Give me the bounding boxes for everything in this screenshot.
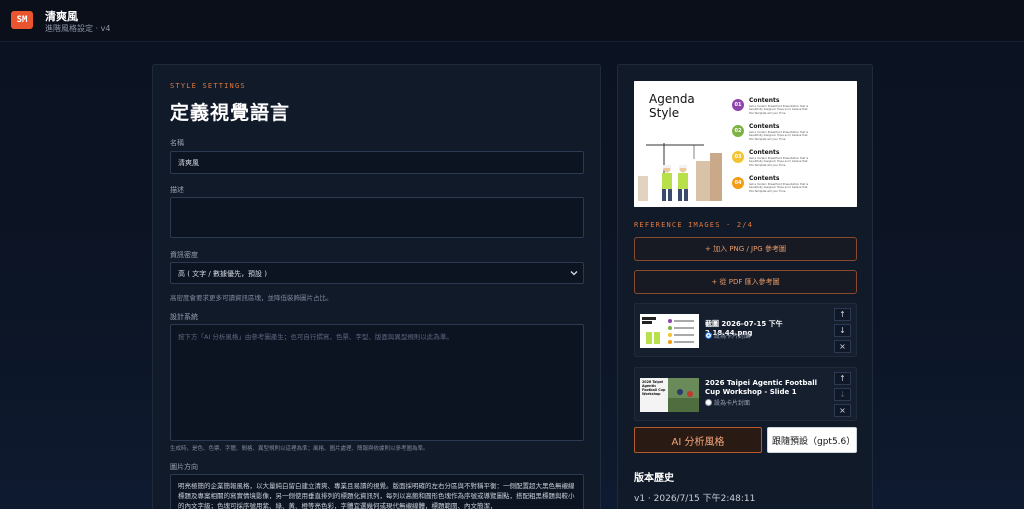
thumbnail-text-line3: Workshop (642, 392, 661, 396)
preview-agenda-item: 02 Contents Get a modern PowerPoint Presen… (732, 123, 852, 147)
reference-thumbnail[interactable]: 2026 Taipei Agentic Football Cup Worksho… (640, 378, 699, 412)
preview-agenda-body: Get a modern PowerPoint Presentation tha… (749, 157, 809, 167)
version-history-item[interactable]: v1 · 2026/7/15 下午2:48:11 (634, 491, 755, 504)
ai-analyze-button[interactable]: AI 分析風格 (634, 427, 762, 453)
preview-agenda-number: 02 (732, 125, 744, 137)
density-label: 資訊密度 (170, 251, 198, 259)
style-settings-panel: STYLE SETTINGS 定義視覺語言 名稱 清爽風 描述 資訊密度 高 (… (152, 64, 601, 509)
preview-agenda-title: Contents (749, 97, 780, 104)
preview-agenda-body: Get a modern PowerPoint Presentation tha… (749, 131, 809, 141)
move-down-button[interactable]: ↓ (834, 388, 851, 401)
chevron-down-icon (570, 271, 578, 276)
design-system-hint: 生成時，是色、色票、字體、間格、異型規則以這裡為準；風格、圖片處理、簡報與依據則… (170, 446, 429, 452)
reference-panel: Agenda Style 01 Contents Get a modern Powe… (617, 64, 873, 509)
remove-button[interactable]: × (834, 404, 851, 417)
preview-heading-line2: Style (649, 106, 680, 120)
preview-agenda-number: 03 (732, 151, 744, 163)
image-direction-label: 圖片方向 (170, 463, 198, 471)
preview-heading-line1: Agenda (649, 92, 695, 106)
density-hint: 高密度會要求更多可讀資訊區塊，並降低裝飾圖片占比。 (170, 294, 333, 302)
description-field[interactable] (170, 197, 584, 238)
radio-selected-icon[interactable] (705, 332, 712, 339)
design-system-label: 設計系統 (170, 313, 198, 321)
preview-agenda-body: Get a modern PowerPoint Presentation tha… (749, 183, 809, 193)
preview-agenda-title: Contents (749, 149, 780, 156)
name-label: 名稱 (170, 139, 184, 147)
design-system-textarea[interactable]: 按下方「AI 分析風格」由參考圖產生；也可自行撰寫，色票、字型、版面與異型規則以… (170, 324, 584, 441)
preview-agenda-item: 03 Contents Get a modern PowerPoint Presen… (732, 149, 852, 173)
style-settings-kicker: STYLE SETTINGS (170, 82, 246, 90)
remove-button[interactable]: × (834, 340, 851, 353)
app-subtitle: 進階風格設定 · v4 (45, 24, 111, 33)
preview-agenda-body: Get a modern PowerPoint Presentation tha… (749, 105, 809, 115)
preview-agenda-title: Contents (749, 175, 780, 182)
cover-radio[interactable]: 設為卡片封面 (705, 398, 750, 407)
reference-thumbnail[interactable] (640, 314, 699, 348)
reference-item: 2026 Taipei Agentic Football Cup Worksho… (634, 367, 857, 421)
radio-unselected-icon[interactable] (705, 399, 712, 406)
cover-radio-label: 設為卡片封面 (714, 333, 751, 340)
thumbnail-text: 2026 Taipei Agentic Football Cup Worksho… (642, 380, 669, 396)
move-down-button[interactable]: ↓ (834, 324, 851, 337)
move-up-button[interactable]: ↑ (834, 372, 851, 385)
cover-radio[interactable]: 設為卡片封面 (705, 331, 750, 340)
preview-agenda-number: 04 (732, 177, 744, 189)
preview-agenda-item: 04 Contents Get a modern PowerPoint Presen… (732, 175, 852, 199)
thumbnail-text-line2: Agentic Football Cup (642, 384, 666, 392)
density-select[interactable]: 高 ( 文字 / 數據優先，預設 ) (170, 262, 584, 284)
preview-heading: Agenda Style (649, 92, 695, 120)
design-system-placeholder: 按下方「AI 分析風格」由參考圖產生；也可自行撰寫，色票、字型、版面與異型規則以… (178, 333, 453, 341)
reference-images-kicker: REFERENCE IMAGES · 2/4 (634, 221, 754, 229)
reference-item-title: 2026 Taipei Agentic Football Cup Worksho… (705, 379, 817, 396)
version-history-title: 版本歷史 (634, 473, 674, 484)
description-label: 描述 (170, 186, 184, 194)
density-select-value: 高 ( 文字 / 數據優先，預設 ) (178, 270, 267, 278)
cover-radio-label: 設為卡片封面 (714, 400, 751, 407)
name-field-value: 清爽風 (178, 159, 199, 167)
model-select[interactable]: 跟隨預設（gpt5.6） (767, 427, 857, 453)
move-up-button[interactable]: ↑ (834, 308, 851, 321)
import-pdf-button[interactable]: + 從 PDF 匯入參考圖 (634, 270, 857, 294)
preview-agenda-item: 01 Contents Get a modern PowerPoint Presen… (732, 97, 852, 121)
add-image-button[interactable]: + 加入 PNG / JPG 參考圖 (634, 237, 857, 261)
name-field[interactable]: 清爽風 (170, 151, 584, 174)
top-bar: SM 清爽風 進階風格設定 · v4 (0, 0, 1024, 42)
image-direction-text: 明亮極簡的企業簡報風格，以大量純白留白建立清爽、專業且易讀的視覺。版面採明確的左… (178, 482, 575, 509)
image-direction-textarea[interactable]: 明亮極簡的企業簡報風格，以大量純白留白建立清爽、專業且易讀的視覺。版面採明確的左… (170, 474, 584, 509)
preview-agenda-title: Contents (749, 123, 780, 130)
page-title: 定義視覺語言 (170, 102, 291, 124)
reference-item: 截圖 2026-07-15 下午2.18.44.png 設為卡片封面 ↑ ↓ × (634, 303, 857, 357)
reference-thumbnail-image (640, 314, 699, 348)
cover-preview-image: Agenda Style 01 Contents Get a modern Powe… (634, 81, 857, 207)
app-logo[interactable]: SM (11, 11, 33, 29)
app-title: 清爽風 (45, 10, 78, 23)
preview-agenda-number: 01 (732, 99, 744, 111)
